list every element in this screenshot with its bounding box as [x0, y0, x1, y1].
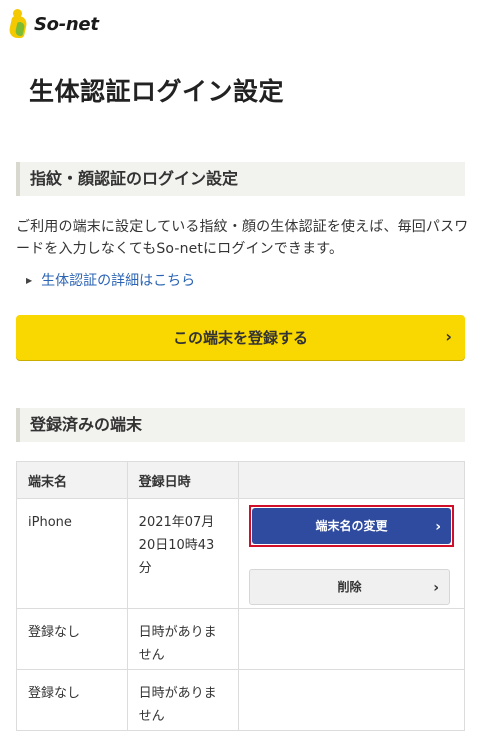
change-button-label: 端末名の変更: [315, 518, 388, 533]
actions-cell: [237, 608, 466, 670]
chevron-right-icon: ›: [433, 580, 439, 596]
registered-devices-table: 端末名 登録日時 iPhone 2021年07月20日10時43分 端末名の変更…: [16, 461, 466, 731]
device-name-cell: 登録なし: [16, 608, 128, 670]
detail-link-label: 生体認証の詳細はこちら: [41, 273, 196, 289]
change-device-name-button[interactable]: 端末名の変更 ›: [251, 508, 451, 544]
table-row: 登録なし 日時がありません: [16, 669, 466, 731]
chevron-right-icon: ›: [445, 327, 452, 346]
triangle-right-icon: ▶: [26, 275, 33, 285]
delete-button-label: 削除: [337, 579, 362, 594]
device-name-cell: iPhone: [16, 498, 128, 609]
page-title: 生体認証ログイン設定: [29, 77, 285, 106]
table-header-row: 端末名 登録日時: [16, 461, 466, 499]
logo-text: So-net: [34, 13, 99, 35]
table-row: iPhone 2021年07月20日10時43分 端末名の変更 › 削除 ›: [16, 498, 466, 609]
registered-date-cell: 日時がありません: [126, 608, 239, 670]
column-header-device-name: 端末名: [16, 461, 128, 499]
registered-date-cell: 日時がありません: [126, 669, 239, 731]
device-name-cell: 登録なし: [16, 669, 128, 731]
so-net-logo[interactable]: So-net: [7, 9, 99, 39]
register-device-button[interactable]: この端末を登録する ›: [16, 315, 465, 360]
actions-cell: 端末名の変更 › 削除 ›: [237, 498, 466, 609]
registered-date-cell: 2021年07月20日10時43分: [126, 498, 239, 609]
change-button-highlight: 端末名の変更 ›: [248, 505, 454, 547]
actions-cell: [237, 669, 466, 731]
chevron-right-icon: ›: [435, 519, 441, 535]
column-header-actions: [237, 461, 466, 499]
delete-device-button[interactable]: 削除 ›: [248, 569, 450, 605]
register-button-label: この端末を登録する: [172, 329, 308, 347]
biometric-description: ご利用の端末に設定している指紋・顔の生体認証を使えば、毎回パスワードを入力しなく…: [16, 219, 469, 257]
column-header-registered-date: 登録日時: [126, 461, 239, 499]
table-row: 登録なし 日時がありません: [16, 608, 466, 670]
fingerprint-section-heading: 指紋・顔認証のログイン設定: [16, 162, 465, 196]
registered-devices-heading: 登録済みの端末: [16, 408, 465, 442]
biometric-detail-link[interactable]: ▶ 生体認証の詳細はこちら: [26, 270, 195, 290]
so-net-logo-icon: [7, 9, 31, 39]
